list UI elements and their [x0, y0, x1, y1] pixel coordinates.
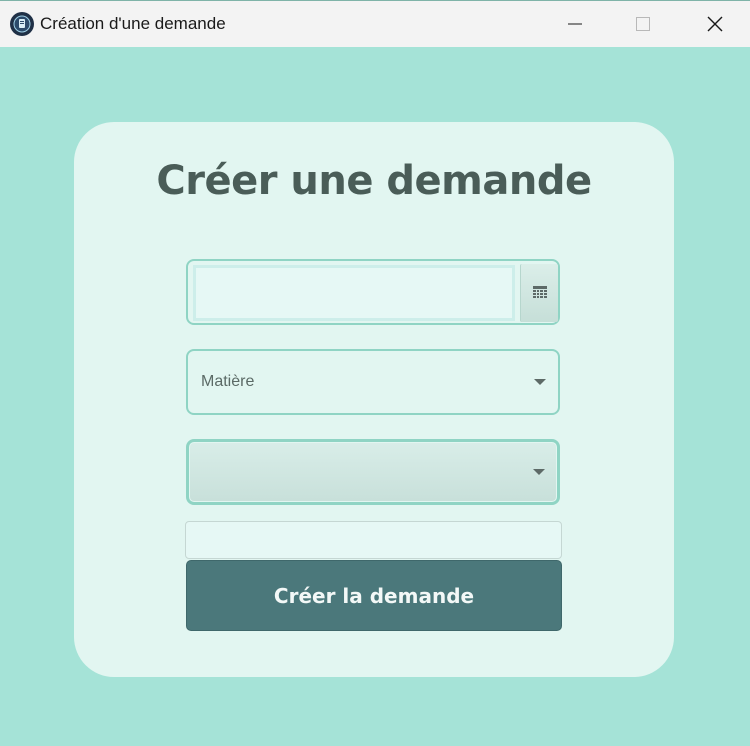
page-title: Créer une demande: [156, 158, 592, 204]
chevron-down-icon: [533, 469, 545, 475]
level-select[interactable]: [186, 439, 560, 505]
maximize-icon: [636, 17, 650, 31]
close-button[interactable]: [680, 1, 750, 47]
date-input[interactable]: [193, 265, 515, 321]
subject-select-placeholder: Matière: [201, 373, 255, 390]
close-icon: [707, 16, 723, 32]
minimize-button[interactable]: [540, 1, 610, 47]
maximize-button[interactable]: [608, 1, 678, 47]
level-select-value: [190, 443, 556, 501]
title-bar[interactable]: Création d'une demande: [0, 1, 750, 47]
subject-select[interactable]: Matière: [186, 349, 560, 415]
date-picker: [186, 259, 560, 325]
app-logo-icon: [10, 12, 34, 36]
calendar-icon: [532, 286, 547, 298]
window-title: Création d'une demande: [40, 14, 226, 33]
description-input[interactable]: [185, 521, 562, 559]
minimize-icon: [568, 23, 582, 25]
calendar-button[interactable]: [520, 264, 558, 322]
form-card: Créer une demande Matière Créer la deman…: [74, 122, 674, 677]
chevron-down-icon: [534, 379, 546, 385]
application-window: Création d'une demande Créer une demande: [0, 0, 750, 746]
create-request-button[interactable]: Créer la demande: [186, 560, 562, 631]
